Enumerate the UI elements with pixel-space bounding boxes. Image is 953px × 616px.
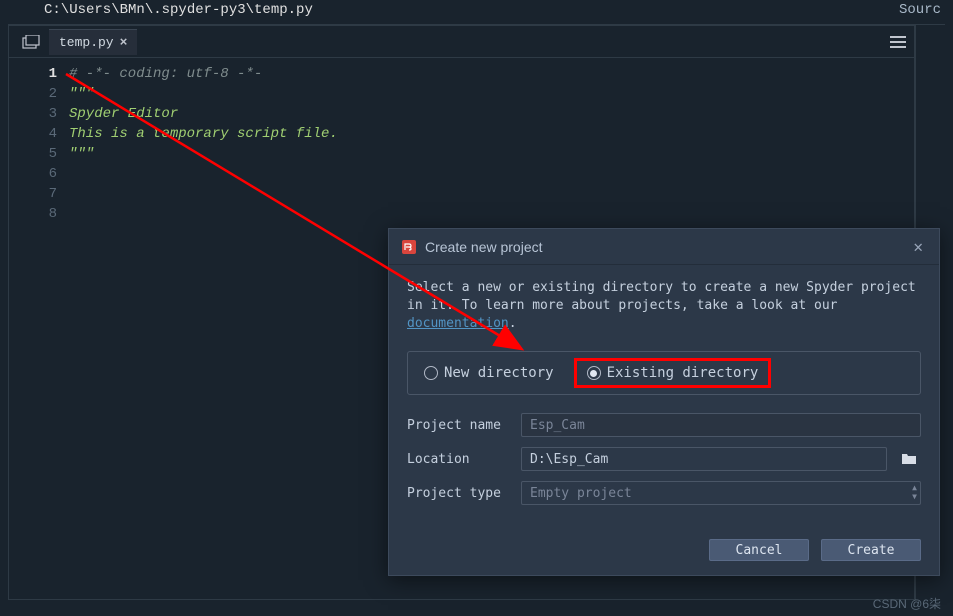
cancel-button[interactable]: Cancel	[709, 539, 809, 561]
create-button[interactable]: Create	[821, 539, 921, 561]
project-name-label: Project name	[407, 418, 511, 433]
project-name-input[interactable]	[521, 413, 921, 437]
options-menu-icon[interactable]	[886, 32, 910, 52]
tab-temp-py[interactable]: temp.py ×	[49, 29, 137, 55]
radio-icon	[424, 366, 438, 380]
dialog-title: Create new project	[425, 239, 901, 255]
tab-label: temp.py	[59, 35, 114, 50]
line-gutter: 1 2 3 4 5 6 7 8	[9, 64, 69, 599]
radio-existing-directory[interactable]: Existing directory	[587, 365, 759, 381]
file-path: C:\Users\BMn\.spyder-py3\temp.py	[12, 2, 313, 22]
radio-icon	[587, 366, 601, 380]
close-icon[interactable]: ×	[120, 35, 128, 50]
annotation-highlight: Existing directory	[574, 358, 772, 388]
spyder-logo-icon	[401, 239, 417, 255]
location-label: Location	[407, 452, 511, 467]
browse-folder-icon[interactable]	[897, 447, 921, 471]
watermark: CSDN @6柒	[873, 595, 941, 612]
location-input[interactable]	[521, 447, 887, 471]
documentation-link[interactable]: documentation	[407, 316, 509, 331]
radio-new-directory[interactable]: New directory	[424, 365, 554, 381]
project-type-select[interactable]: Empty project	[521, 481, 921, 505]
source-label: Sourc	[899, 2, 941, 22]
create-project-dialog: Create new project ✕ Select a new or exi…	[388, 228, 940, 576]
browse-tabs-icon[interactable]	[21, 33, 41, 51]
close-dialog-icon[interactable]: ✕	[909, 237, 927, 256]
dialog-description: Select a new or existing directory to cr…	[407, 279, 921, 333]
project-type-label: Project type	[407, 486, 511, 501]
